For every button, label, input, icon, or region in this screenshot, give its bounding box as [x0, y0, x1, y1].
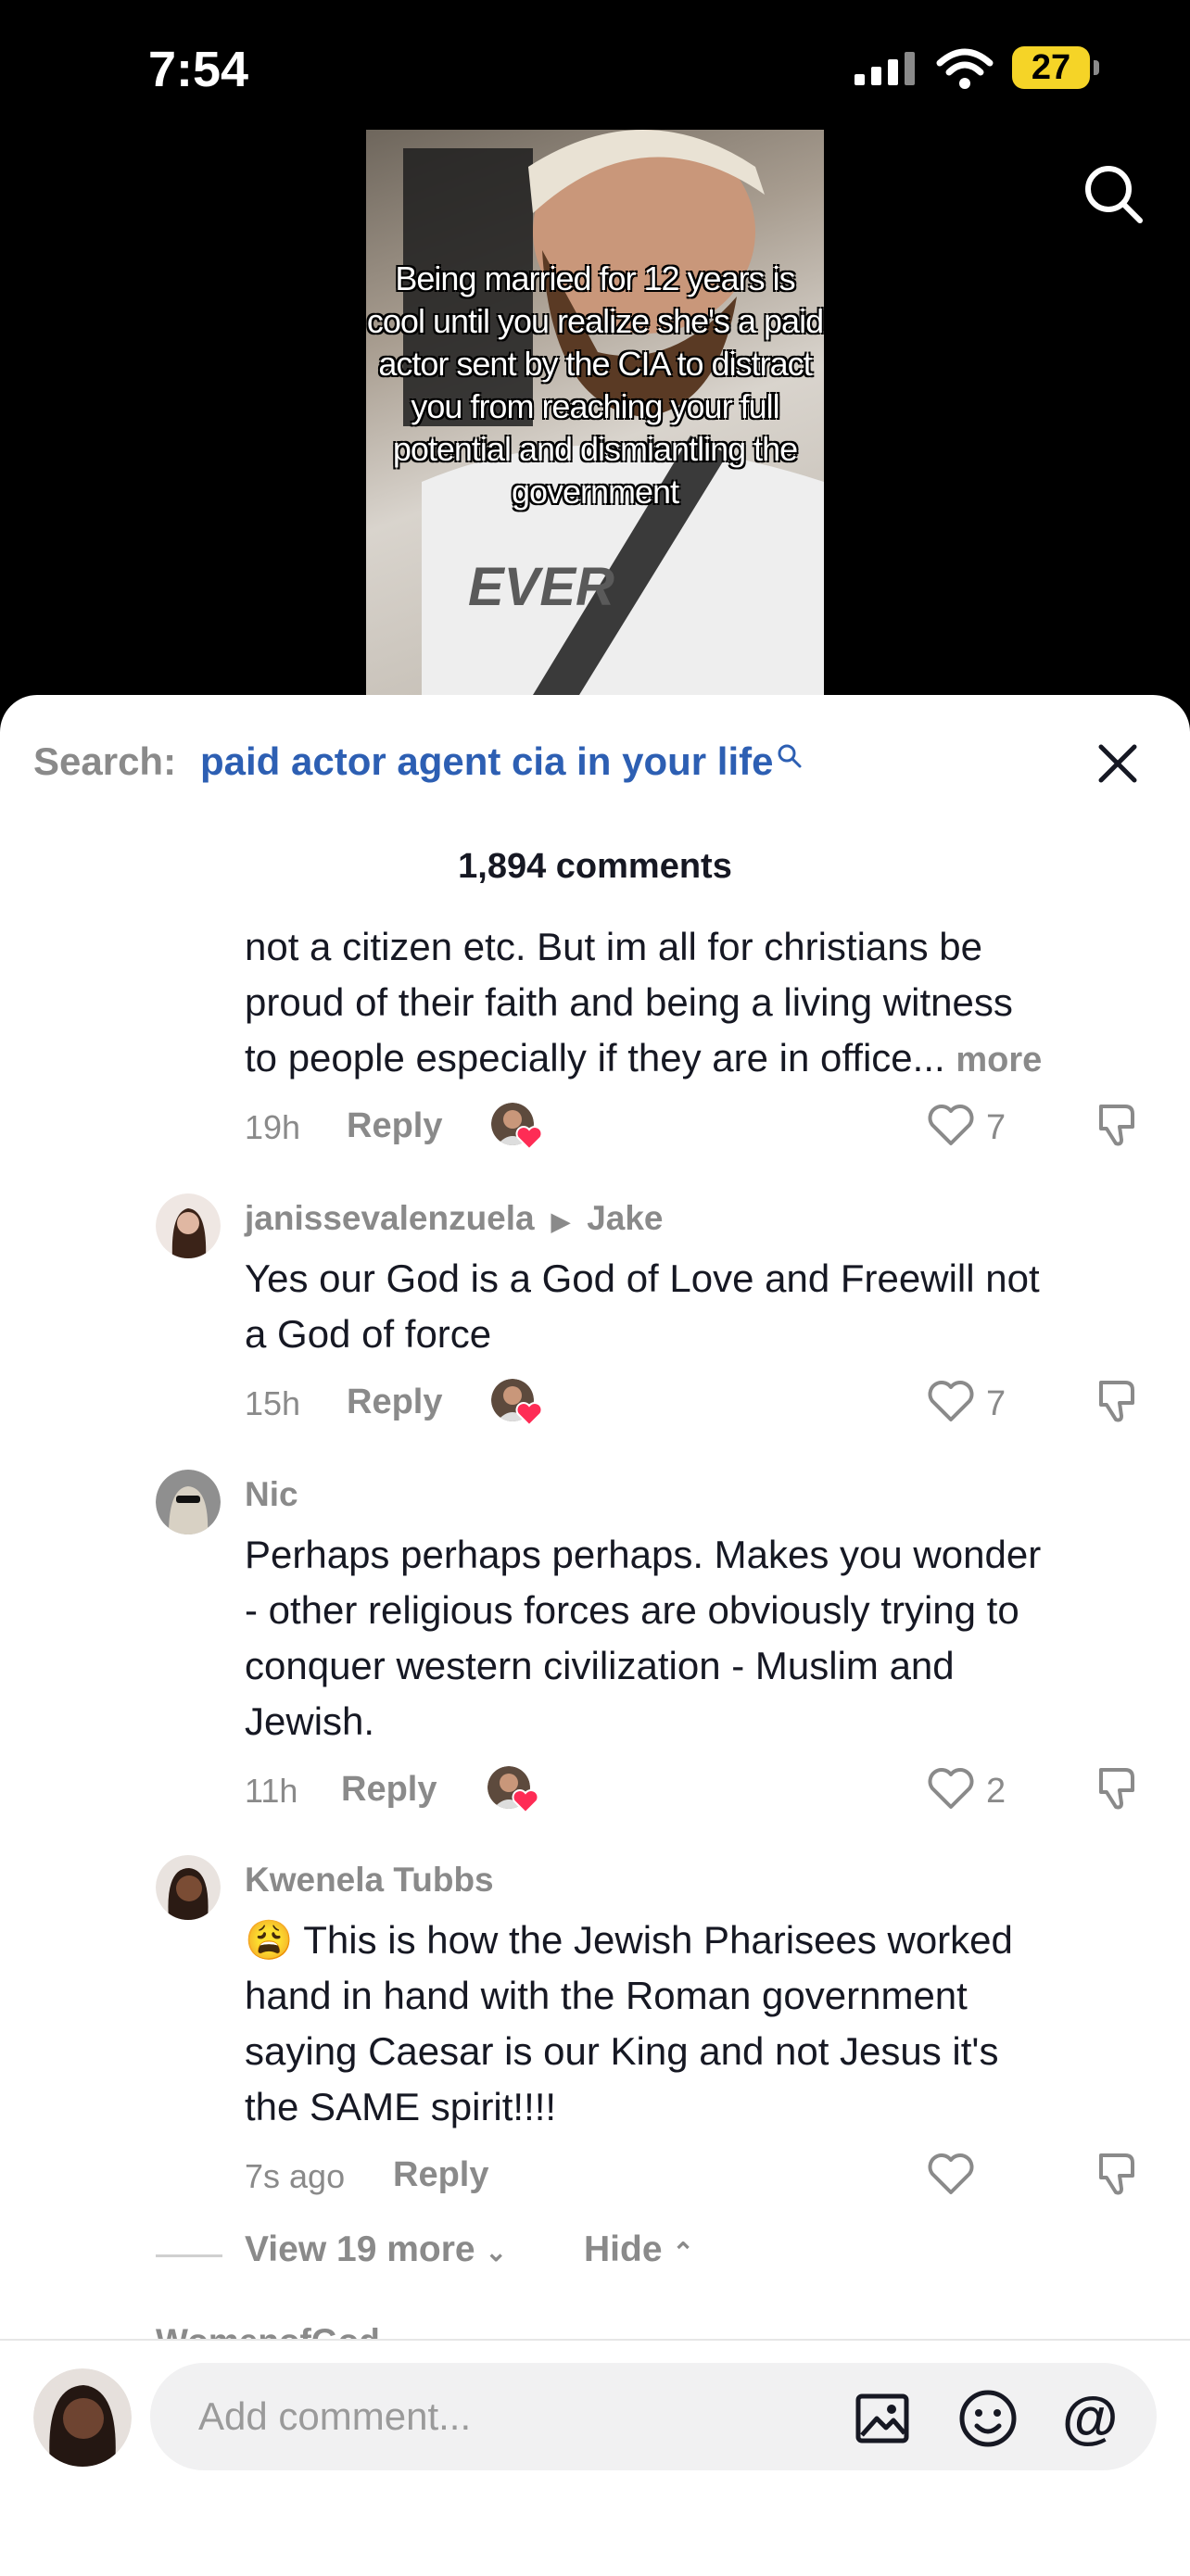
reply-arrow-icon: ▶ — [551, 1207, 570, 1235]
like-count: 7 — [986, 1108, 1006, 1147]
mention-icon[interactable]: @ — [1062, 2385, 1118, 2451]
reply-to-username[interactable]: Jake — [587, 1199, 663, 1237]
comment-line: proud of their faith and being a living … — [245, 980, 1013, 1024]
comment-text: 😩 This is how the Jewish Pharisees worke… — [245, 1913, 1153, 2135]
comment-time: 15h — [245, 1384, 301, 1422]
image-icon[interactable] — [855, 2391, 910, 2446]
add-comment-placeholder: Add comment... — [198, 2394, 472, 2438]
username[interactable]: janissevalenzuela — [245, 1199, 535, 1237]
search-small-icon — [778, 744, 802, 768]
avatar[interactable] — [156, 1855, 221, 1920]
avatar[interactable] — [156, 1470, 221, 1534]
comment-line: This is how the Jewish Pharisees worked — [303, 1918, 1013, 1962]
comment-text: not a citizen etc. But im all for christ… — [245, 919, 1153, 1088]
shirt-text: EVER — [468, 557, 614, 617]
comment-time: 7s ago — [245, 2157, 346, 2195]
reply-button[interactable]: Reply — [341, 1770, 437, 1810]
username[interactable]: Nic — [245, 1475, 298, 1514]
cellular-signal-icon — [855, 52, 915, 85]
dislike-icon[interactable] — [1094, 1101, 1142, 1149]
search-query-link[interactable]: paid actor agent cia in your life — [200, 739, 803, 784]
emoji-weary: 😩 — [245, 1918, 294, 1962]
battery-icon: 27 — [1012, 46, 1101, 91]
comment-line: Yes our God is a God of Love and Freewil… — [245, 1256, 1040, 1300]
like-count: 2 — [986, 1772, 1006, 1811]
comment-line: conquer western civilization - Muslim an… — [245, 1644, 955, 1687]
my-avatar — [33, 2368, 132, 2467]
chevron-down-icon: ⌄ — [485, 2238, 507, 2267]
comment-line: not a citizen etc. But im all for christ… — [245, 925, 983, 968]
heart-icon[interactable] — [927, 1103, 975, 1147]
comment-time: 19h — [245, 1108, 301, 1146]
view-more-label: View 19 more — [245, 2229, 475, 2269]
close-icon[interactable] — [1094, 739, 1142, 788]
video-preview[interactable]: EVER Being married for 12 years is cool … — [366, 130, 824, 695]
heart-icon[interactable] — [927, 1379, 975, 1423]
wifi-icon — [936, 48, 994, 89]
reply-button[interactable]: Reply — [347, 1106, 442, 1146]
comment-line: the SAME spirit!!!! — [245, 2085, 557, 2128]
comment-line: to people especially if they are in offi… — [245, 1036, 945, 1080]
dislike-icon[interactable] — [1094, 2150, 1142, 2198]
heart-icon[interactable] — [927, 2152, 975, 2196]
comment-username-row: janissevalenzuela ▶ Jake — [245, 1199, 664, 1238]
hide-replies-button[interactable]: Hide ⌃ — [584, 2229, 694, 2270]
comment-line: Jewish. — [245, 1699, 375, 1743]
comment-time: 11h — [245, 1772, 298, 1810]
video-caption: Being married for 12 years is cool until… — [366, 259, 824, 511]
comment-line: - other religious forces are obviously t… — [245, 1588, 1019, 1632]
dislike-icon[interactable] — [1094, 1377, 1142, 1425]
hide-label: Hide — [584, 2229, 663, 2269]
battery-level: 27 — [1031, 48, 1071, 87]
chevron-up-icon: ⌃ — [672, 2238, 694, 2267]
status-time: 7:54 — [148, 42, 249, 97]
thread-divider — [156, 2254, 222, 2257]
reply-button[interactable]: Reply — [347, 1383, 442, 1422]
comment-text: Perhaps perhaps perhaps. Makes you wonde… — [245, 1527, 1153, 1749]
reply-button[interactable]: Reply — [393, 2155, 488, 2195]
view-more-replies-button[interactable]: View 19 more ⌄ — [245, 2229, 507, 2270]
emoji-icon[interactable] — [958, 2389, 1018, 2448]
liked-heart-icon — [512, 1789, 539, 1814]
avatar[interactable] — [156, 1193, 221, 1258]
liked-heart-icon — [515, 1126, 543, 1151]
comments-count: 1,894 comments — [458, 847, 732, 886]
search-label: Search: — [33, 739, 177, 783]
dislike-icon[interactable] — [1094, 1764, 1142, 1812]
like-count: 7 — [986, 1384, 1006, 1423]
liked-heart-icon — [515, 1402, 543, 1427]
comment-line: a God of force — [245, 1312, 492, 1356]
more-link[interactable]: more — [956, 1041, 1042, 1080]
comment-text: Yes our God is a God of Love and Freewil… — [245, 1251, 1153, 1362]
comment-line: hand in hand with the Roman government — [245, 1974, 968, 2017]
comment-line: Perhaps perhaps perhaps. Makes you wonde… — [245, 1533, 1042, 1576]
heart-icon[interactable] — [927, 1766, 975, 1811]
username[interactable]: Kwenela Tubbs — [245, 1861, 494, 1900]
search-query-text: paid actor agent cia in your life — [200, 739, 774, 783]
search-icon[interactable] — [1081, 161, 1146, 226]
comment-line: saying Caesar is our King and not Jesus … — [245, 2029, 999, 2073]
